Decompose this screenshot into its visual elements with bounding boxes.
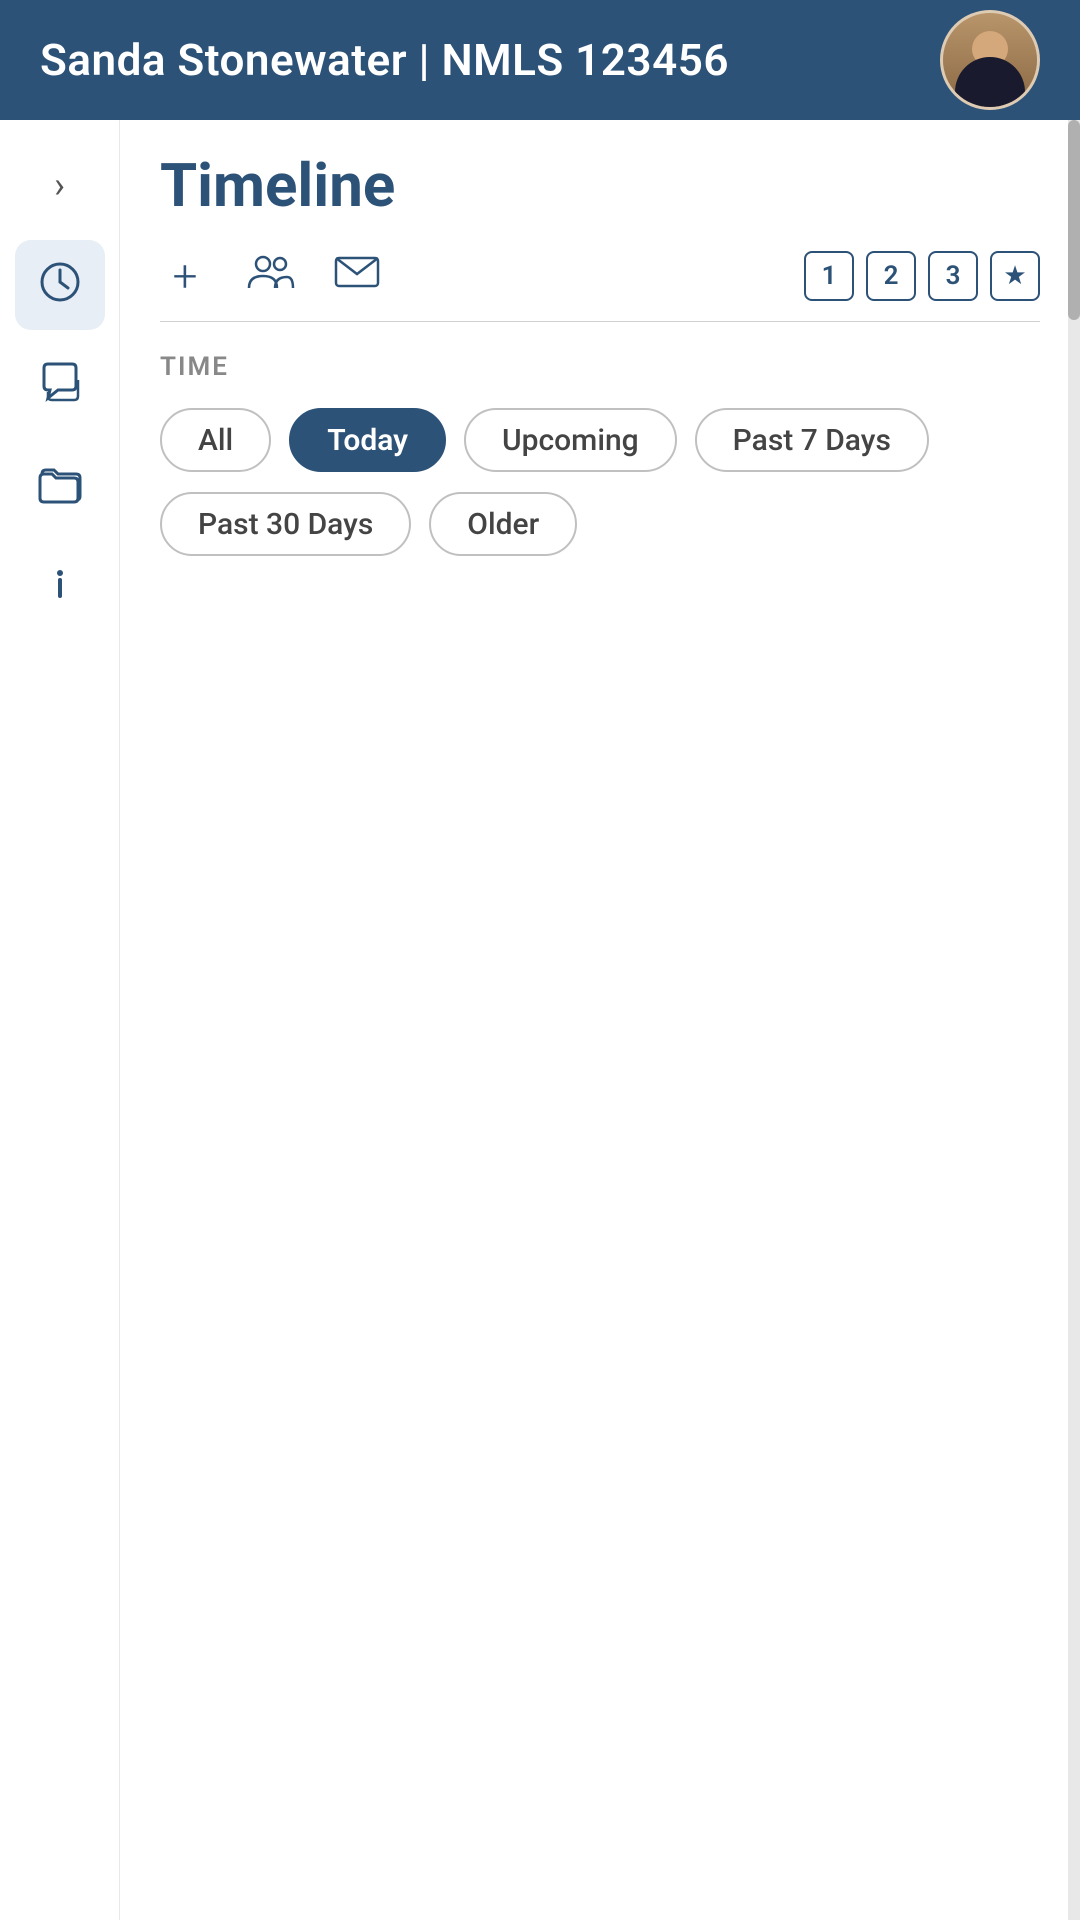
scrollbar-thumb[interactable]: [1068, 120, 1080, 320]
filter-label: TIME: [160, 352, 1040, 382]
page-title: Timeline: [160, 150, 1040, 221]
badge-2-label: 2: [884, 261, 899, 291]
chat-icon: [38, 360, 82, 411]
star-icon: ★: [1003, 261, 1026, 291]
filter-row-2: Past 30 Days Older: [160, 492, 1040, 556]
folder-icon: [38, 460, 82, 511]
expand-icon: ›: [54, 167, 65, 203]
filter-chip-past30[interactable]: Past 30 Days: [160, 492, 411, 556]
body-layout: ›: [0, 120, 1080, 1920]
sidebar-item-folders[interactable]: [15, 440, 105, 530]
toolbar: +: [160, 251, 1040, 322]
badge-1-label: 1: [822, 261, 837, 291]
main-content: Timeline +: [120, 120, 1080, 1920]
email-button[interactable]: [332, 251, 382, 301]
email-icon: [334, 254, 380, 299]
info-icon: [38, 560, 82, 611]
app-header: Sanda Stonewater | NMLS 123456: [0, 0, 1080, 120]
filter-chip-past7[interactable]: Past 7 Days: [695, 408, 929, 472]
sidebar: ›: [0, 120, 120, 1920]
filter-chip-all[interactable]: All: [160, 408, 271, 472]
add-button[interactable]: +: [160, 251, 210, 301]
badge-2-button[interactable]: 2: [866, 251, 916, 301]
group-button[interactable]: [246, 251, 296, 301]
badge-3-button[interactable]: 3: [928, 251, 978, 301]
header-title: Sanda Stonewater | NMLS 123456: [40, 34, 729, 86]
clock-icon: [38, 260, 82, 311]
toolbar-right: 1 2 3 ★: [804, 251, 1040, 301]
toolbar-left: +: [160, 251, 382, 301]
add-icon: +: [173, 250, 198, 302]
filter-section: TIME All Today Upcoming Past 7 Days Past…: [160, 352, 1040, 556]
people-icon: [247, 254, 295, 299]
badge-1-button[interactable]: 1: [804, 251, 854, 301]
sidebar-item-expand[interactable]: ›: [15, 140, 105, 230]
filter-row-1: All Today Upcoming Past 7 Days: [160, 408, 1040, 472]
sidebar-item-info[interactable]: [15, 540, 105, 630]
scrollbar-track[interactable]: [1068, 120, 1080, 1920]
filter-chip-upcoming[interactable]: Upcoming: [464, 408, 677, 472]
filter-chip-older[interactable]: Older: [429, 492, 577, 556]
sidebar-item-timeline[interactable]: [15, 240, 105, 330]
filter-chip-today[interactable]: Today: [289, 408, 446, 472]
sidebar-item-messages[interactable]: [15, 340, 105, 430]
avatar[interactable]: [940, 10, 1040, 110]
avatar-image: [943, 13, 1037, 107]
star-button[interactable]: ★: [990, 251, 1040, 301]
badge-3-label: 3: [946, 261, 961, 291]
